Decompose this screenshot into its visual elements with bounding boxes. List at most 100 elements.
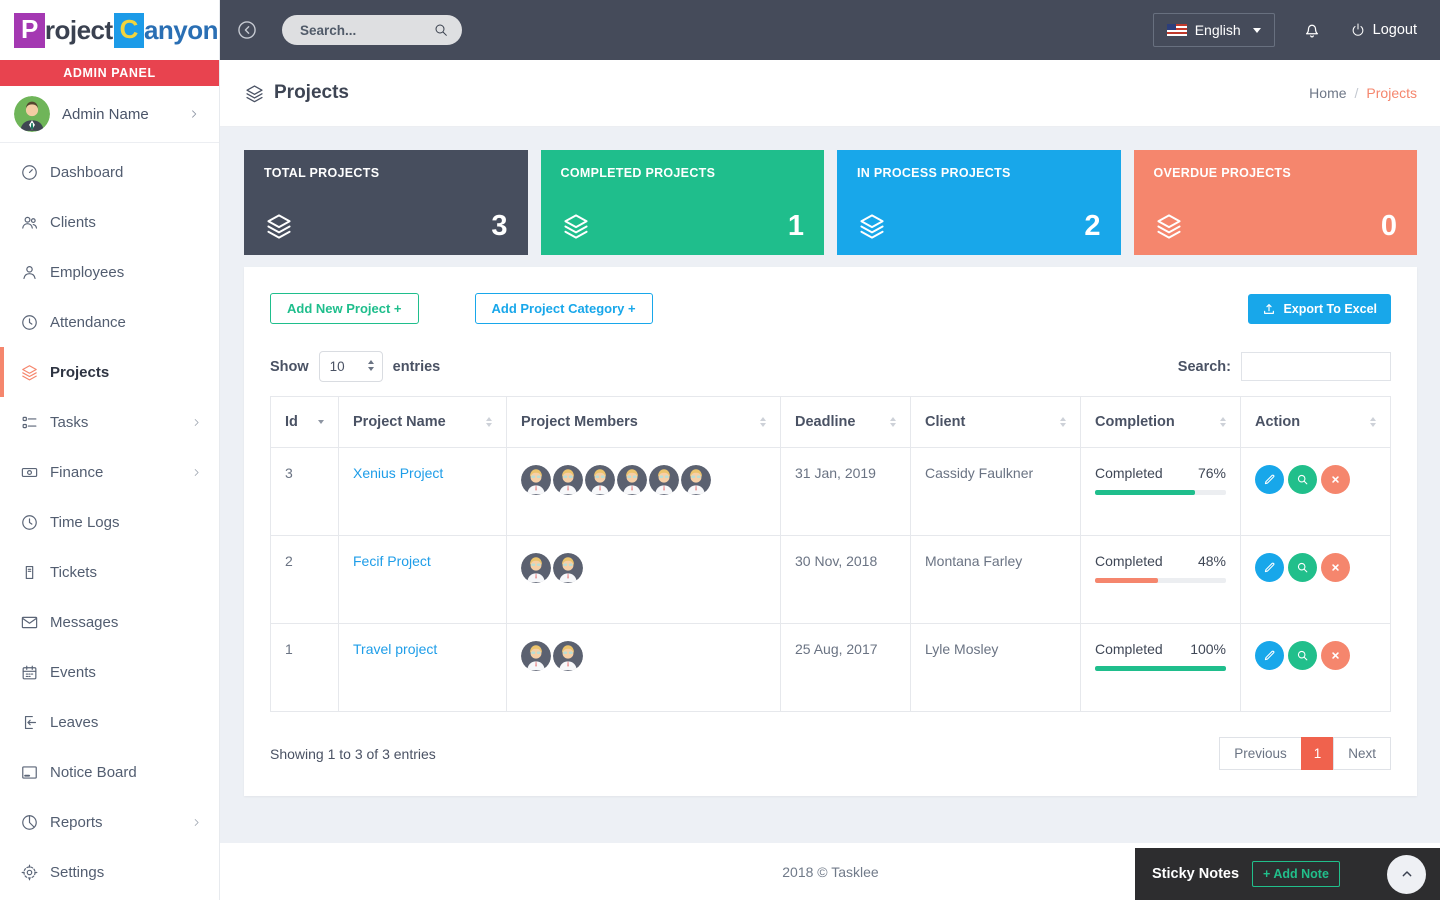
sidebar-item-employees[interactable]: Employees bbox=[0, 247, 219, 297]
table-row: 2 Fecif Project 30 Nov, 2018 Montana Far… bbox=[271, 536, 1391, 624]
search-icon bbox=[1296, 561, 1309, 574]
edit-button[interactable] bbox=[1255, 465, 1284, 494]
logo-letter-c: C bbox=[114, 13, 144, 48]
upload-icon bbox=[1262, 302, 1276, 316]
table-row: 1 Travel project 25 Aug, 2017 Lyle Mosle… bbox=[271, 624, 1391, 712]
project-link[interactable]: Fecif Project bbox=[353, 553, 431, 569]
sidebar-item-messages[interactable]: Messages bbox=[0, 597, 219, 647]
brand-logo[interactable]: ProjectCanyon bbox=[0, 0, 219, 60]
stat-value: 2 bbox=[1084, 212, 1100, 241]
global-search[interactable] bbox=[282, 15, 462, 45]
sidebar-user-menu[interactable]: Admin Name bbox=[0, 86, 219, 143]
sidebar-item-tasks[interactable]: Tasks bbox=[0, 397, 219, 447]
clock-icon bbox=[20, 313, 39, 332]
stat-value: 3 bbox=[491, 212, 507, 241]
breadcrumb-separator: / bbox=[1355, 85, 1359, 101]
view-button[interactable] bbox=[1288, 553, 1317, 582]
edit-button[interactable] bbox=[1255, 641, 1284, 670]
pagination-previous[interactable]: Previous bbox=[1219, 737, 1302, 770]
layers-icon bbox=[561, 211, 591, 241]
search-icon[interactable] bbox=[433, 22, 449, 38]
sidebar-item-dashboard[interactable]: Dashboard bbox=[0, 147, 219, 197]
stat-card-completed-projects: COMPLETED PROJECTS 1 bbox=[541, 150, 825, 255]
member-avatar bbox=[521, 641, 551, 671]
sidebar-item-notice-board[interactable]: Notice Board bbox=[0, 747, 219, 797]
envelope-icon bbox=[20, 613, 39, 632]
sidebar-item-finance[interactable]: Finance bbox=[0, 447, 219, 497]
chevron-right-icon bbox=[190, 416, 203, 429]
close-icon bbox=[1329, 473, 1342, 486]
breadcrumb-home-link[interactable]: Home bbox=[1309, 85, 1346, 101]
sort-icon bbox=[890, 417, 896, 427]
gear-icon bbox=[20, 863, 39, 882]
sidebar-item-settings[interactable]: Settings bbox=[0, 847, 219, 897]
global-search-input[interactable] bbox=[300, 23, 433, 38]
project-link[interactable]: Travel project bbox=[353, 641, 437, 657]
cell-id: 3 bbox=[271, 448, 339, 536]
sort-icon bbox=[1060, 417, 1066, 427]
add-project-category-button[interactable]: Add Project Category + bbox=[475, 293, 653, 324]
layers-icon bbox=[20, 363, 39, 382]
collapse-sidebar-icon[interactable] bbox=[236, 19, 258, 41]
sort-icon bbox=[1370, 417, 1376, 427]
export-to-excel-button[interactable]: Export To Excel bbox=[1248, 294, 1391, 324]
us-flag-icon bbox=[1167, 24, 1187, 36]
stat-value: 1 bbox=[788, 212, 804, 241]
sidebar-item-events[interactable]: Events bbox=[0, 647, 219, 697]
page-length-select[interactable]: 10 bbox=[319, 351, 383, 382]
delete-button[interactable] bbox=[1321, 641, 1350, 670]
column-header-action[interactable]: Action bbox=[1241, 397, 1391, 448]
sidebar-item-leaves[interactable]: Leaves bbox=[0, 697, 219, 747]
exit-door-icon bbox=[20, 713, 39, 732]
cell-deadline: 31 Jan, 2019 bbox=[781, 448, 911, 536]
column-header-client[interactable]: Client bbox=[911, 397, 1081, 448]
add-new-project-button[interactable]: Add New Project + bbox=[270, 293, 419, 324]
cell-id: 1 bbox=[271, 624, 339, 712]
sort-icon bbox=[1220, 417, 1226, 427]
calendar-icon bbox=[20, 663, 39, 682]
sidebar-item-time-logs[interactable]: Time Logs bbox=[0, 497, 219, 547]
scroll-to-top-button[interactable] bbox=[1387, 855, 1426, 894]
table-search-input[interactable] bbox=[1241, 352, 1391, 381]
gauge-icon bbox=[20, 163, 39, 182]
search-icon bbox=[1296, 649, 1309, 662]
sidebar-item-attendance[interactable]: Attendance bbox=[0, 297, 219, 347]
column-header-completion[interactable]: Completion bbox=[1081, 397, 1241, 448]
close-icon bbox=[1329, 649, 1342, 662]
project-members bbox=[521, 465, 766, 495]
view-button[interactable] bbox=[1288, 465, 1317, 494]
close-icon bbox=[1329, 561, 1342, 574]
sort-icon bbox=[318, 420, 324, 424]
delete-button[interactable] bbox=[1321, 553, 1350, 582]
breadcrumb: Home / Projects bbox=[1309, 85, 1417, 101]
project-members bbox=[521, 641, 766, 671]
sidebar-item-tickets[interactable]: Tickets bbox=[0, 547, 219, 597]
column-header-project-name[interactable]: Project Name bbox=[339, 397, 507, 448]
stat-card-in-process-projects: IN PROCESS PROJECTS 2 bbox=[837, 150, 1121, 255]
add-note-button[interactable]: + Add Note bbox=[1252, 861, 1340, 887]
language-selector[interactable]: English bbox=[1153, 13, 1275, 47]
logo-letter-p: P bbox=[14, 13, 45, 48]
member-avatar bbox=[681, 465, 711, 495]
column-header-project-members[interactable]: Project Members bbox=[507, 397, 781, 448]
completion-percent: 48% bbox=[1198, 553, 1226, 569]
pagination-next[interactable]: Next bbox=[1333, 737, 1391, 770]
edit-button[interactable] bbox=[1255, 553, 1284, 582]
column-header-id[interactable]: Id bbox=[271, 397, 339, 448]
pie-chart-icon bbox=[20, 813, 39, 832]
project-link[interactable]: Xenius Project bbox=[353, 465, 443, 481]
member-avatar bbox=[553, 553, 583, 583]
sidebar-item-projects[interactable]: Projects bbox=[0, 347, 219, 397]
logout-button[interactable]: Logout bbox=[1350, 22, 1417, 38]
view-button[interactable] bbox=[1288, 641, 1317, 670]
sidebar-item-clients[interactable]: Clients bbox=[0, 197, 219, 247]
notifications-bell-icon[interactable] bbox=[1302, 20, 1322, 40]
sidebar-item-reports[interactable]: Reports bbox=[0, 797, 219, 847]
user-avatar bbox=[14, 96, 50, 132]
pagination-page-1[interactable]: 1 bbox=[1301, 737, 1335, 770]
pencil-icon bbox=[1263, 473, 1276, 486]
stat-card-overdue-projects: OVERDUE PROJECTS 0 bbox=[1134, 150, 1418, 255]
column-header-deadline[interactable]: Deadline bbox=[781, 397, 911, 448]
progress-bar bbox=[1095, 578, 1226, 583]
delete-button[interactable] bbox=[1321, 465, 1350, 494]
